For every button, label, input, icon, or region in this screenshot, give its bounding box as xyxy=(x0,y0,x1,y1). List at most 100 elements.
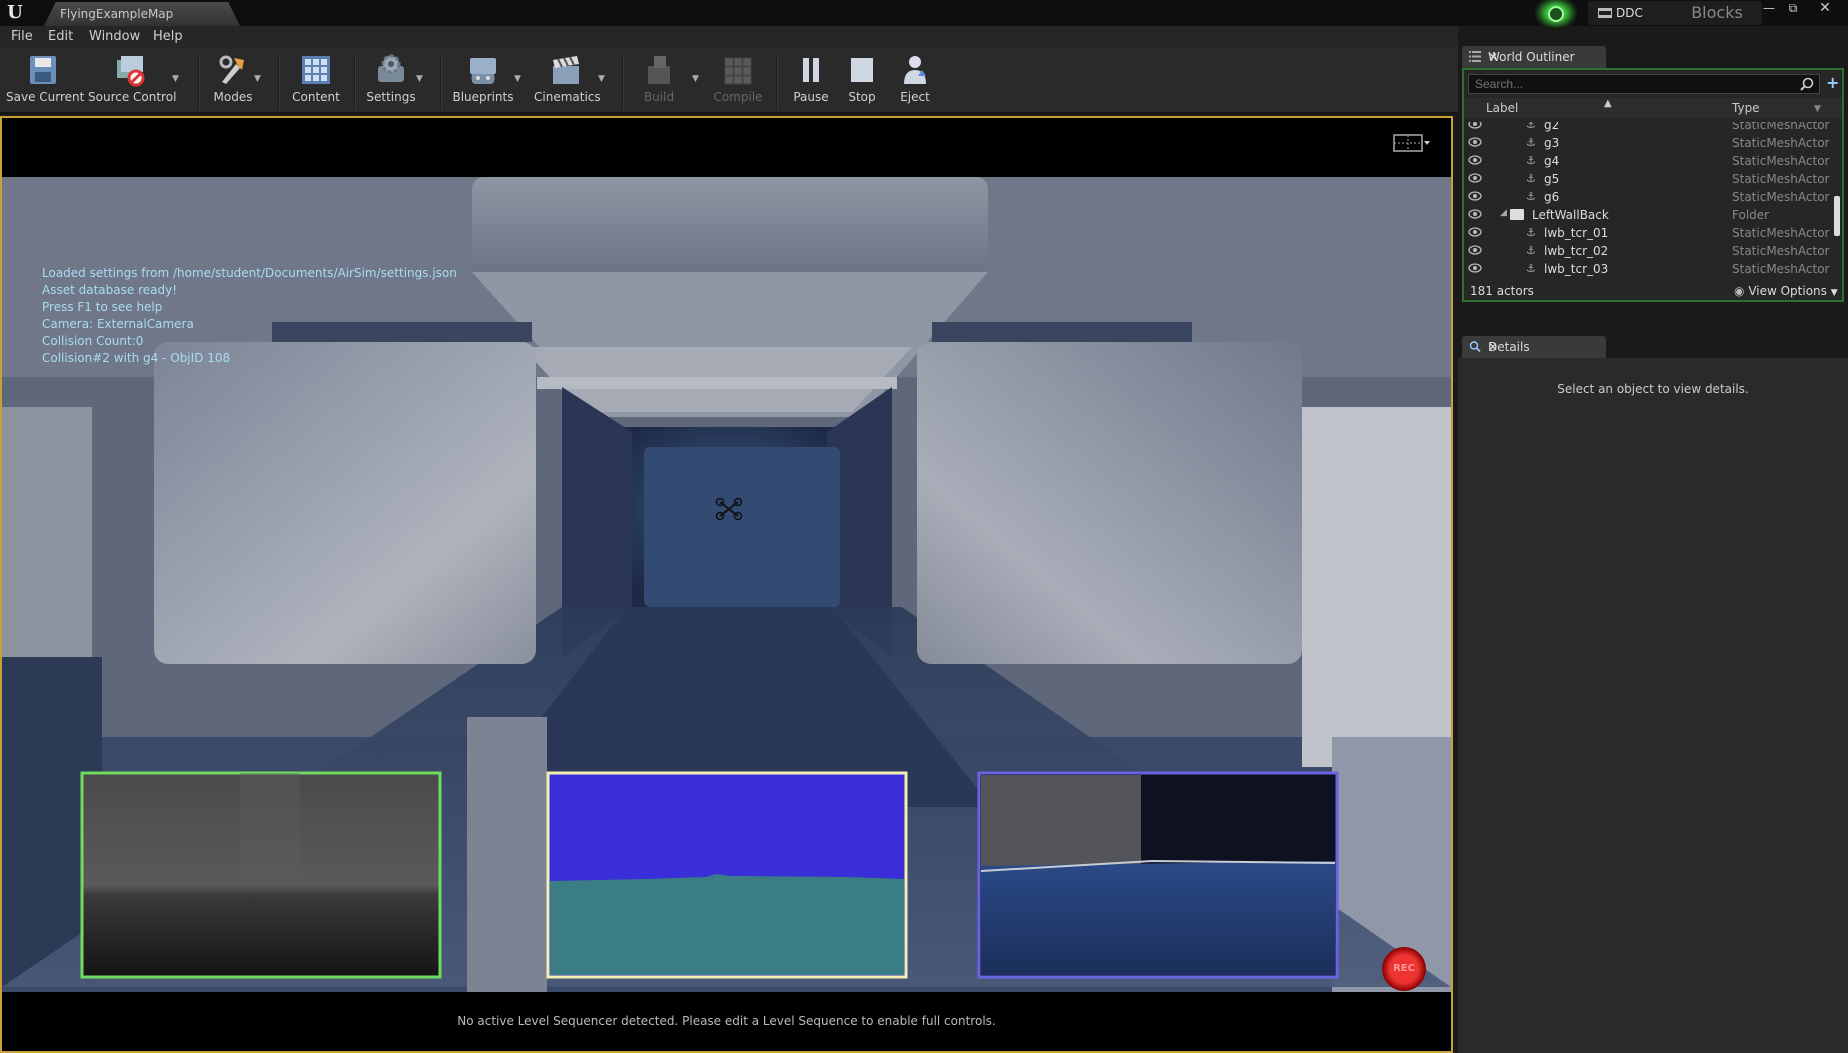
magnifier-icon xyxy=(1469,341,1481,352)
outliner-search-input[interactable] xyxy=(1468,74,1820,94)
close-tab-icon[interactable]: ✕ xyxy=(1488,340,1600,354)
pause-button[interactable]: Pause xyxy=(788,52,834,112)
static-mesh-actor-icon: ⚓ xyxy=(1526,190,1536,203)
list-item[interactable]: ⚓ lwb_tcr_01 StaticMeshActor xyxy=(1464,224,1830,242)
settings-button[interactable]: Settings xyxy=(364,52,418,112)
list-item[interactable]: ⚓ lwb_tcr_03 StaticMeshActor xyxy=(1464,260,1830,278)
segmentation-camera-subwindow xyxy=(546,771,908,979)
content-button[interactable]: Content xyxy=(288,52,344,112)
sequencer-bar: No active Level Sequencer detected. Plea… xyxy=(2,992,1451,1051)
sort-ascending-icon: ▲ xyxy=(1604,98,1612,109)
tab-world-outliner[interactable]: World Outliner ✕ xyxy=(1462,46,1606,68)
build-dropdown-icon[interactable]: ▼ xyxy=(692,74,702,84)
visibility-eye-icon[interactable] xyxy=(1468,227,1482,237)
visibility-eye-icon[interactable] xyxy=(1468,263,1482,273)
actor-label: g3 xyxy=(1544,136,1560,150)
source-control-status-icon[interactable] xyxy=(1534,0,1578,30)
actor-label: g5 xyxy=(1544,172,1560,186)
close-tab-icon[interactable]: ✕ xyxy=(1488,50,1600,64)
list-icon xyxy=(1469,51,1481,62)
menu-file[interactable]: File xyxy=(11,29,33,44)
actor-type: StaticMeshActor xyxy=(1732,172,1830,186)
actor-label: g4 xyxy=(1544,154,1560,168)
modes-label: Modes xyxy=(213,90,253,104)
compile-button[interactable]: Compile xyxy=(710,52,766,112)
menu-help[interactable]: Help xyxy=(153,29,183,44)
menu-bar: File Edit Window Help xyxy=(0,26,1458,48)
level-tab-label: FlyingExampleMap xyxy=(60,7,174,21)
visibility-eye-icon[interactable] xyxy=(1468,191,1482,201)
visibility-eye-icon[interactable] xyxy=(1468,173,1482,183)
source-control-dropdown-icon[interactable]: ▼ xyxy=(172,74,182,84)
cinematics-dropdown-icon[interactable]: ▼ xyxy=(598,74,608,84)
modes-button[interactable]: Modes xyxy=(208,52,258,112)
visibility-eye-icon[interactable] xyxy=(1468,155,1482,165)
level-tab[interactable]: FlyingExampleMap xyxy=(44,2,240,26)
outliner-scrollbar[interactable] xyxy=(1834,196,1840,236)
actor-type: StaticMeshActor xyxy=(1732,136,1830,150)
list-item[interactable]: ⚓ g3 StaticMeshActor xyxy=(1464,134,1830,152)
close-button[interactable]: ✕ xyxy=(1814,0,1836,16)
level-viewport[interactable]: Loaded settings from /home/student/Docum… xyxy=(0,116,1453,1053)
viewport-layout-icon[interactable] xyxy=(1392,132,1430,154)
unreal-logo-icon: U xyxy=(7,2,23,23)
visibility-eye-icon[interactable] xyxy=(1468,137,1482,147)
toolbar-separator xyxy=(776,54,778,108)
chevron-down-icon: ▼ xyxy=(1830,288,1838,298)
tab-details[interactable]: Details ✕ xyxy=(1462,336,1606,358)
column-label[interactable]: Label xyxy=(1486,101,1518,115)
list-item[interactable]: ⚓ lwb_tcr_04 StaticMeshActor xyxy=(1464,278,1830,280)
actor-type: StaticMeshActor xyxy=(1732,190,1830,204)
stop-button[interactable]: Stop xyxy=(840,52,884,112)
clapperboard-icon xyxy=(553,56,579,84)
settings-dropdown-icon[interactable]: ▼ xyxy=(416,74,426,84)
minimize-button[interactable]: — xyxy=(1758,0,1780,16)
expand-arrow-icon[interactable]: ◢ xyxy=(1500,208,1507,218)
list-item[interactable]: ⚓ g2 StaticMeshActor xyxy=(1464,122,1830,134)
blueprints-dropdown-icon[interactable]: ▼ xyxy=(514,74,524,84)
eye-icon: ◉ xyxy=(1734,284,1745,298)
details-panel: Select an object to view details. xyxy=(1458,358,1848,1053)
airsim-log: Loaded settings from /home/student/Docum… xyxy=(42,265,457,367)
scene-camera-subwindow xyxy=(977,771,1339,979)
main-toolbar: Save Current Source Control ▼ Modes ▼ Co… xyxy=(0,48,1458,114)
stop-label: Stop xyxy=(848,90,876,104)
build-button[interactable]: Build xyxy=(634,52,684,112)
cinematics-label: Cinematics xyxy=(534,90,601,104)
list-item[interactable]: ⚓ g6 StaticMeshActor xyxy=(1464,188,1830,206)
view-options-button[interactable]: ◉ View Options ▼ xyxy=(1734,284,1838,298)
visibility-eye-icon[interactable] xyxy=(1468,122,1482,129)
eject-label: Eject xyxy=(900,90,930,104)
save-current-label: Save Current xyxy=(6,90,85,104)
eject-button[interactable]: Eject xyxy=(892,52,938,112)
details-empty-message: Select an object to view details. xyxy=(1557,382,1749,396)
pause-icon xyxy=(803,58,819,82)
add-folder-icon[interactable]: + xyxy=(1826,75,1842,91)
menu-edit[interactable]: Edit xyxy=(48,29,73,44)
project-name: Blocks xyxy=(1672,1,1762,25)
source-control-button[interactable]: Source Control xyxy=(88,52,176,112)
static-mesh-actor-icon: ⚓ xyxy=(1526,136,1536,149)
build-icon xyxy=(648,56,670,84)
modes-icon xyxy=(219,55,244,84)
save-current-button[interactable]: Save Current xyxy=(6,52,85,112)
menu-window[interactable]: Window xyxy=(89,29,140,44)
modes-dropdown-icon[interactable]: ▼ xyxy=(254,74,264,84)
folder-label: LeftWallBack xyxy=(1532,208,1609,222)
folder-item[interactable]: ◢ LeftWallBack Folder xyxy=(1464,206,1830,224)
restore-button[interactable]: ⧉ xyxy=(1782,0,1804,16)
list-item[interactable]: ⚓ g4 StaticMeshActor xyxy=(1464,152,1830,170)
actor-type: StaticMeshActor xyxy=(1732,262,1830,276)
scene-render[interactable]: Loaded settings from /home/student/Docum… xyxy=(2,177,1451,992)
list-item[interactable]: ⚓ lwb_tcr_02 StaticMeshActor xyxy=(1464,242,1830,260)
visibility-eye-icon[interactable] xyxy=(1468,209,1482,219)
cinematics-button[interactable]: Cinematics xyxy=(534,52,601,112)
visibility-eye-icon[interactable] xyxy=(1468,245,1482,255)
column-type[interactable]: Type xyxy=(1732,101,1760,115)
list-item[interactable]: ⚓ g5 StaticMeshActor xyxy=(1464,170,1830,188)
toolbar-separator xyxy=(278,54,280,108)
actor-type: StaticMeshActor xyxy=(1732,122,1830,132)
record-button[interactable]: REC xyxy=(1382,947,1426,991)
column-options-icon[interactable]: ▼ xyxy=(1814,104,1821,114)
blueprints-button[interactable]: Blueprints xyxy=(452,52,514,112)
